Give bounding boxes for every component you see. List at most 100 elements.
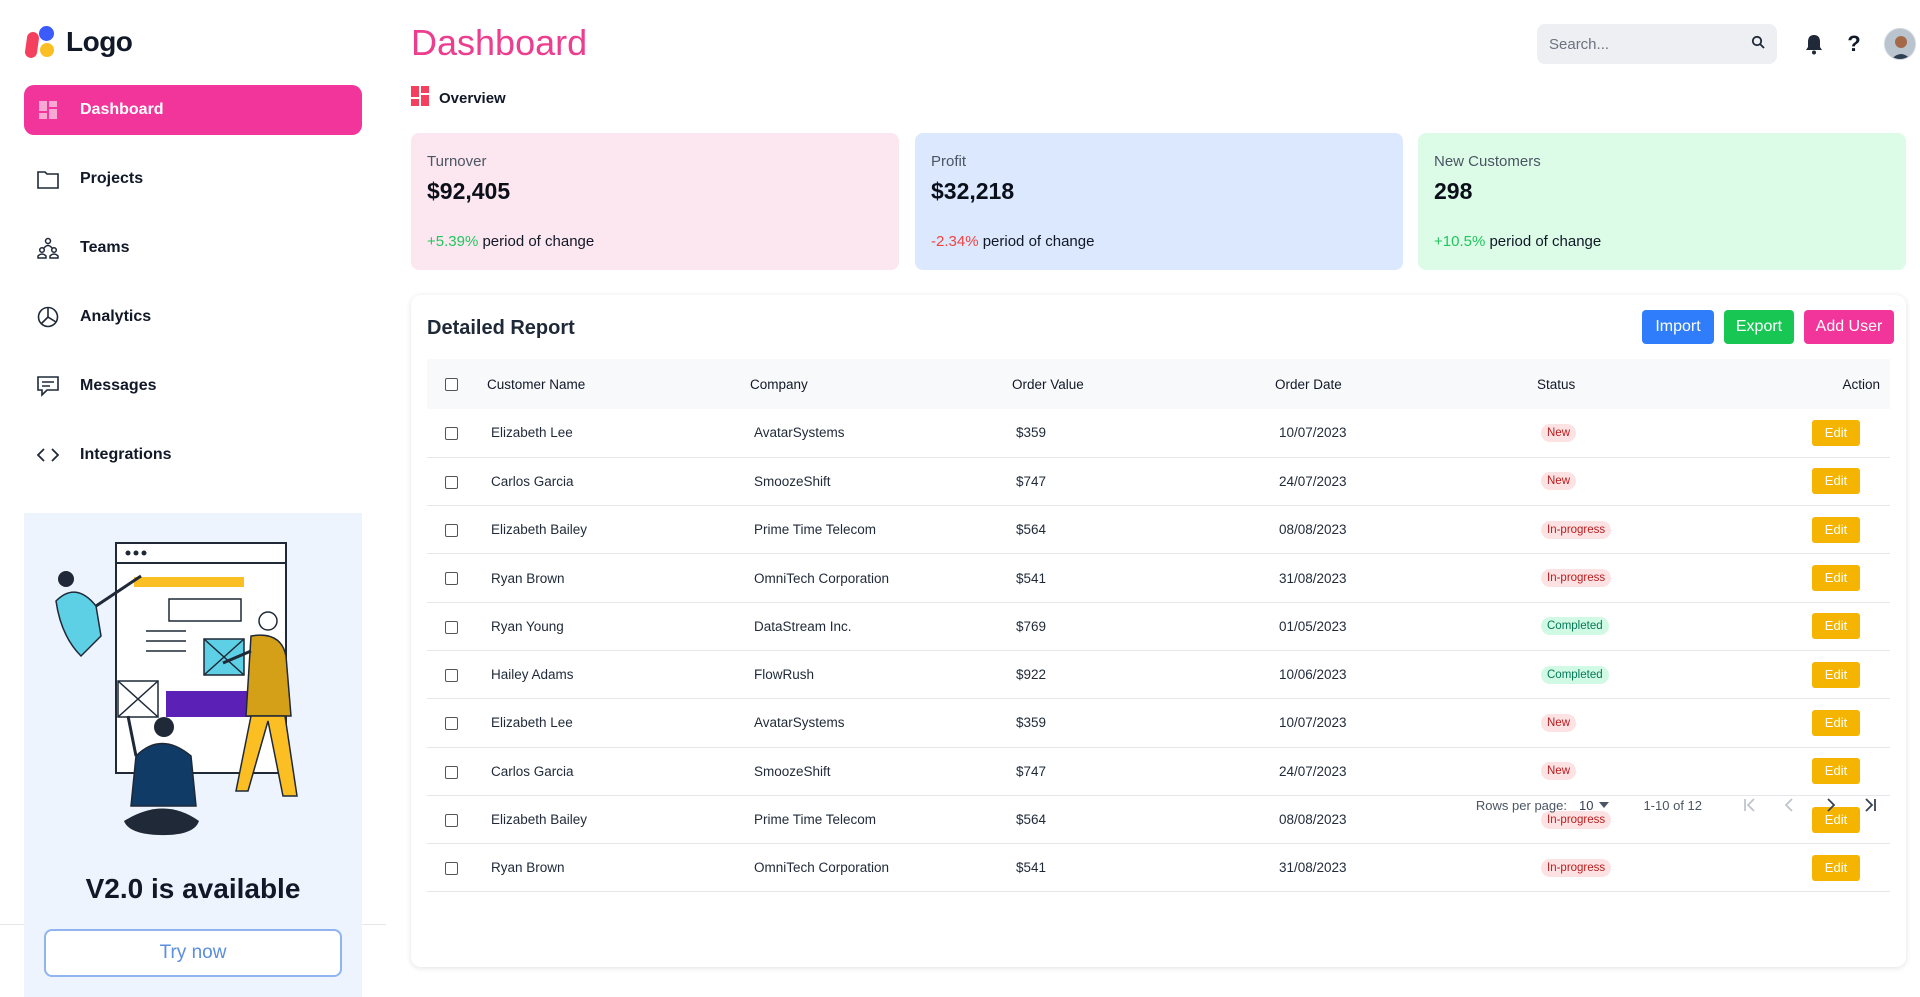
stat-label: Turnover	[427, 153, 487, 170]
search-input[interactable]	[1549, 35, 1751, 53]
cell-order-value: $541	[1016, 570, 1047, 586]
cell-status: New	[1537, 457, 1775, 505]
rows-per-page-select[interactable]: 10	[1578, 797, 1610, 813]
row-checkbox[interactable]	[445, 475, 458, 489]
add-user-button[interactable]: Add User	[1804, 310, 1894, 344]
stat-value: $92,405	[427, 178, 511, 204]
cell-order-date: 24/07/2023	[1279, 763, 1347, 779]
cell-company: DataStream Inc.	[754, 618, 852, 634]
row-checkbox[interactable]	[445, 813, 458, 827]
sidebar-nav: Dashboard Projects Teams Analytics Messa…	[24, 85, 362, 499]
row-checkbox[interactable]	[445, 620, 458, 634]
row-checkbox[interactable]	[445, 765, 458, 779]
edit-button[interactable]: Edit	[1812, 565, 1860, 592]
status-badge: Completed	[1541, 665, 1609, 684]
stat-card-new-customers: New Customers 298 +10.5% period of chang…	[1418, 133, 1906, 270]
cell-status: New	[1537, 699, 1775, 747]
edit-button[interactable]: Edit	[1812, 468, 1860, 495]
cell-company: SmoozeShift	[754, 473, 831, 489]
column-header[interactable]: Order Value	[1012, 359, 1275, 409]
cell-order-value: $541	[1016, 860, 1047, 876]
teams-icon	[36, 236, 60, 260]
column-header[interactable]: Order Date	[1275, 359, 1537, 409]
cell-customer-name: Elizabeth Bailey	[491, 522, 588, 538]
status-badge: New	[1541, 423, 1577, 442]
avatar[interactable]	[1884, 28, 1916, 60]
next-page-icon[interactable]	[1810, 798, 1850, 812]
edit-button[interactable]: Edit	[1812, 419, 1860, 446]
edit-button[interactable]: Edit	[1812, 709, 1860, 736]
row-checkbox[interactable]	[445, 427, 458, 441]
cell-status: Completed	[1537, 650, 1775, 698]
sidebar-item-teams[interactable]: Teams	[24, 223, 362, 273]
cell-status: New	[1537, 409, 1775, 457]
table-row: Ryan Brown OmniTech Corporation $541 31/08/…	[427, 554, 1890, 603]
message-icon	[36, 374, 60, 398]
rows-per-page-value: 10	[1578, 797, 1594, 813]
logo-text: Logo	[66, 26, 133, 57]
sidebar-item-dashboard[interactable]: Dashboard	[24, 85, 362, 135]
stat-change-percent: +10.5%	[1434, 233, 1486, 250]
status-badge: New	[1541, 713, 1577, 732]
import-button[interactable]: Import	[1642, 310, 1714, 344]
edit-button[interactable]: Edit	[1812, 613, 1860, 640]
table-row: Elizabeth Bailey Prime Time Telecom $564 08…	[427, 506, 1890, 554]
cell-company: FlowRush	[754, 667, 815, 683]
cell-customer-name: Ryan Brown	[491, 860, 565, 876]
sidebar-item-integrations[interactable]: Integrations	[24, 430, 362, 480]
detailed-report-card: Detailed Report Import Export Add User C…	[411, 295, 1906, 967]
cell-status: In-progress	[1537, 844, 1775, 892]
folder-icon	[36, 167, 60, 191]
cell-order-date: 01/05/2023	[1279, 618, 1347, 634]
edit-button[interactable]: Edit	[1812, 516, 1860, 543]
edit-button[interactable]: Edit	[1812, 661, 1860, 688]
stat-change-suffix: period of change	[978, 233, 1095, 250]
edit-button[interactable]: Edit	[1812, 758, 1860, 785]
export-button[interactable]: Export	[1724, 310, 1794, 344]
column-header: Action	[1842, 376, 1880, 392]
table-row: Elizabeth Lee AvatarSystems $359 10/07/2023…	[427, 409, 1890, 458]
status-badge: New	[1541, 472, 1577, 491]
stat-label: New Customers	[1434, 153, 1541, 170]
select-all-checkbox[interactable]	[445, 378, 458, 392]
edit-button[interactable]: Edit	[1812, 854, 1860, 881]
last-page-icon[interactable]	[1850, 798, 1890, 812]
cell-customer-name: Ryan Brown	[491, 570, 565, 586]
row-checkbox[interactable]	[445, 524, 458, 538]
cell-customer-name: Elizabeth Bailey	[491, 812, 588, 828]
sidebar-item-projects[interactable]: Projects	[24, 154, 362, 204]
status-badge: In-progress	[1541, 858, 1612, 877]
sidebar-item-messages[interactable]: Messages	[24, 361, 362, 411]
previous-page-icon[interactable]	[1770, 798, 1810, 812]
logo[interactable]: Logo	[24, 26, 133, 59]
stat-card-turnover: Turnover $92,405 +5.39% period of change	[411, 133, 899, 270]
notification-bell-icon[interactable]	[1800, 30, 1828, 58]
cell-order-value: $747	[1016, 473, 1047, 489]
cell-company: AvatarSystems	[754, 715, 845, 731]
column-header[interactable]: Status	[1537, 359, 1775, 409]
caret-down-icon	[1599, 802, 1610, 808]
rows-per-page-label: Rows per page:	[1475, 797, 1567, 813]
table-header-row: Customer Name Company Order Value Order …	[427, 359, 1890, 409]
column-header[interactable]: Customer Name	[487, 359, 750, 409]
row-checkbox[interactable]	[445, 669, 458, 683]
help-icon[interactable]: ?	[1840, 30, 1868, 58]
stat-change-suffix: period of change	[1485, 233, 1602, 250]
stat-label: Profit	[931, 153, 967, 170]
cell-customer-name: Carlos Garcia	[491, 473, 574, 489]
sidebar-item-analytics[interactable]: Analytics	[24, 292, 362, 342]
stat-change-suffix: period of change	[478, 233, 595, 250]
try-now-button[interactable]: Try now	[44, 929, 342, 977]
sidebar-item-label: Projects	[80, 170, 144, 187]
row-checkbox[interactable]	[445, 717, 458, 731]
column-header[interactable]: Company	[750, 359, 1012, 409]
row-checkbox[interactable]	[445, 572, 458, 586]
cell-order-value: $359	[1016, 425, 1047, 441]
logo-mark-icon	[24, 26, 58, 59]
cell-customer-name: Elizabeth Lee	[491, 715, 573, 731]
row-checkbox[interactable]	[445, 862, 458, 876]
search-icon[interactable]	[1751, 35, 1765, 54]
first-page-icon[interactable]	[1730, 798, 1770, 812]
code-icon	[36, 443, 60, 467]
cell-order-value: $769	[1016, 618, 1047, 634]
